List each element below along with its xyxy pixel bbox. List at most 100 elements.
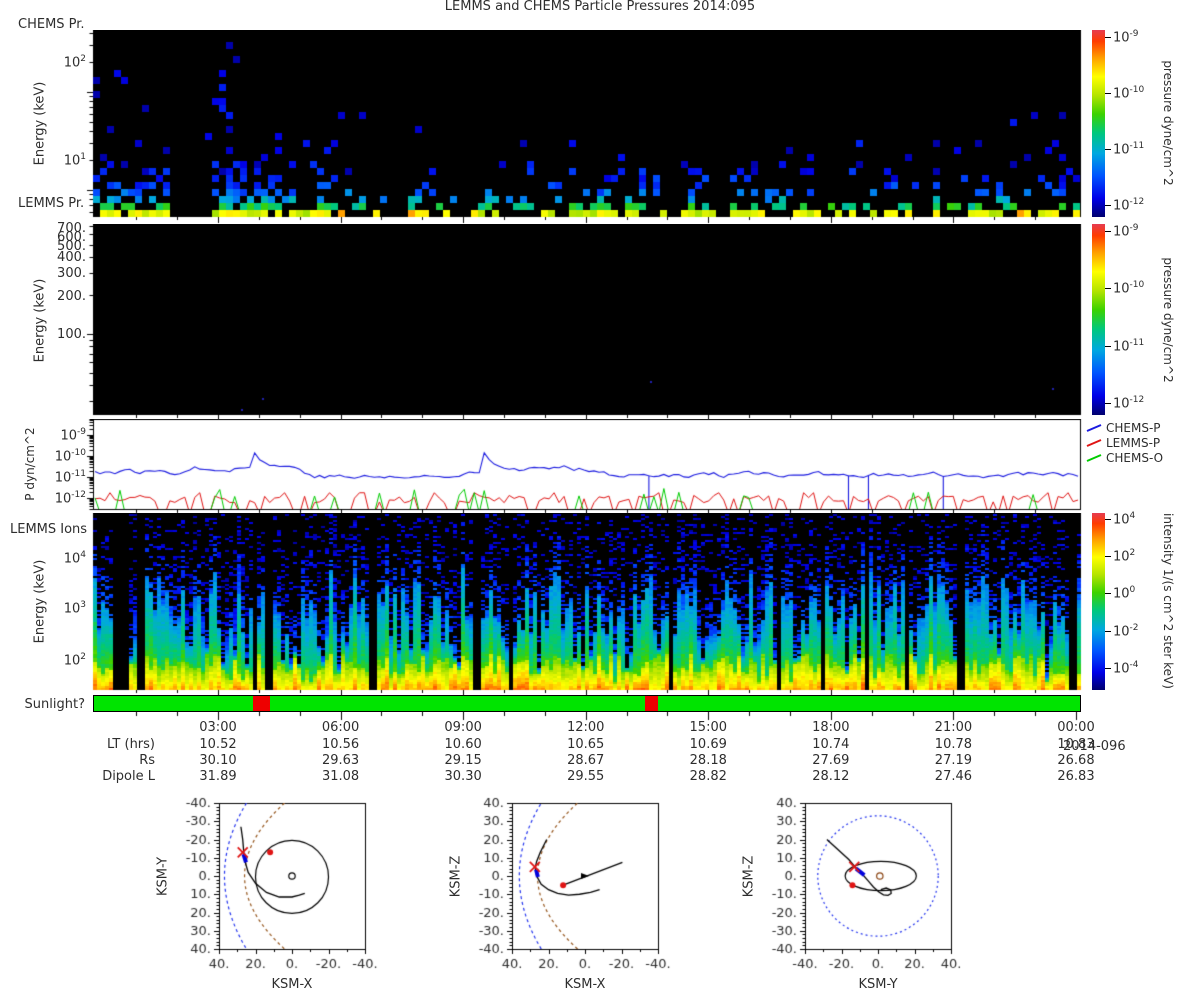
orbit-yz-xaxis-title: KSM-Y [858, 977, 898, 992]
row-label-rs: Rs [139, 753, 155, 768]
colorbar3-tick: 10-2 [1113, 623, 1139, 640]
ions-ytick: 104 [63, 550, 86, 567]
time-tick-label: 06:00 [321, 720, 360, 735]
lemms-ytick: 100. [57, 327, 86, 342]
colorbar3-tick: 100 [1113, 585, 1136, 602]
colorbar-pressure-top [1092, 30, 1111, 217]
ephemeris-value: 10.69 [689, 737, 727, 752]
sunlight-off-segment [253, 696, 270, 711]
orbit-xy-yaxis-title: KSM-Y [155, 856, 171, 897]
sunlight-label: Sunlight? [24, 697, 85, 712]
panel-label-chems-pr: CHEMS Pr. [18, 17, 85, 32]
colorbar2-tick: 10-12 [1113, 395, 1145, 412]
legend-label-lemms-p: LEMMS-P [1106, 436, 1161, 450]
lemms-yaxis-title: Energy (keV) [32, 278, 48, 363]
colorbar2-title: pressure dyne/cm^2 [1161, 257, 1175, 383]
lemms-ytick: 200. [57, 289, 86, 304]
plines-ytick: 10-12 [54, 490, 86, 507]
colorbar2-tick: 10-11 [1113, 338, 1145, 355]
ephemeris-value: 28.12 [812, 769, 850, 784]
colorbar-tick-mark [1105, 668, 1111, 669]
row-label-dipole-l: Dipole L [102, 769, 155, 784]
legend-line-chems-p [1086, 424, 1102, 432]
ephemeris-value: 26.83 [1057, 769, 1095, 784]
plines-ytick: 10-11 [54, 469, 86, 486]
ephemeris-value: 28.67 [567, 753, 605, 768]
chems-ytick: 101 [63, 152, 86, 169]
lemms-pressure-spectrogram [83, 224, 1083, 422]
chems-pressure-spectrogram [83, 30, 1083, 224]
panel-label-lemms-ions: LEMMS Ions [10, 522, 88, 537]
legend-item-chems-p: CHEMS-P [1086, 422, 1161, 434]
panel-label-lemms-pr: LEMMS Pr. [18, 196, 85, 211]
row-label-lt: LT (hrs) [106, 737, 155, 752]
colorbar-tick-mark [1105, 519, 1111, 520]
legend-item-lemms-p: LEMMS-P [1086, 437, 1160, 449]
ephemeris-value: 28.82 [689, 769, 727, 784]
time-tick-label: 21:00 [934, 720, 973, 735]
orbit-yz-yaxis-title: KSM-Z [741, 855, 757, 898]
colorbar-tick-mark [1105, 403, 1111, 404]
ephemeris-value: 30.10 [199, 753, 237, 768]
plines-ytick: 10-10 [54, 448, 86, 465]
ions-ytick: 102 [63, 652, 86, 669]
chems-yaxis-title: Energy (keV) [32, 81, 48, 166]
lemms-ions-spectrogram [83, 513, 1083, 697]
time-tick-label: 15:00 [689, 720, 727, 735]
colorbar3-title: intensity 1/(s cm^2 ster keV) [1161, 513, 1175, 689]
orbit-xy-xaxis-title: KSM-X [271, 977, 313, 992]
orbit-xz-xaxis-title: KSM-X [564, 977, 606, 992]
ephemeris-value: 10.56 [321, 737, 360, 752]
colorbar1-tick: 10-10 [1113, 85, 1145, 102]
colorbar1-tick: 10-11 [1113, 141, 1145, 158]
time-tick-label: 12:00 [566, 720, 605, 735]
colorbar-pressure-mid [1092, 224, 1111, 415]
orbit-plots-canvas [140, 790, 1070, 985]
ions-ytick: 103 [63, 600, 86, 617]
colorbar-tick-mark [1105, 346, 1111, 347]
colorbar-tick-mark [1105, 288, 1111, 289]
colorbar-tick-mark [1105, 593, 1111, 594]
colorbar-tick-mark [1105, 231, 1111, 232]
page-title: LEMMS and CHEMS Particle Pressures 2014:… [444, 0, 756, 14]
ephemeris-value: 10.60 [444, 737, 482, 752]
time-tick-label: 09:00 [444, 720, 482, 735]
time-tick-label: 00:00 [1057, 720, 1095, 735]
ephemeris-value: 26.68 [1057, 753, 1095, 768]
colorbar-tick-mark [1105, 556, 1111, 557]
orbit-xz-yaxis-title: KSM-Z [448, 855, 464, 898]
ephemeris-value: 29.55 [567, 769, 605, 784]
ephemeris-value: 31.89 [199, 769, 237, 784]
lemms-ytick: 300. [57, 266, 86, 281]
ephemeris-value: 30.30 [444, 769, 482, 784]
ephemeris-value: 27.19 [934, 753, 973, 768]
ephemeris-value: 27.46 [934, 769, 973, 784]
colorbar-tick-mark [1105, 149, 1111, 150]
colorbar1-title: pressure dyne/cm^2 [1161, 60, 1175, 186]
time-tick-label: 03:00 [199, 720, 237, 735]
ephemeris-value: 10.78 [934, 737, 973, 752]
colorbar-tick-mark [1105, 37, 1111, 38]
colorbar-tick-mark [1105, 93, 1111, 94]
ions-yaxis-title: Energy (keV) [32, 559, 48, 644]
particle-pressure-lineplot [83, 419, 1083, 517]
ephemeris-value: 10.52 [199, 737, 237, 752]
colorbar-tick-mark [1105, 631, 1111, 632]
plines-ytick: 10-9 [60, 427, 86, 444]
sunlight-off-segment [645, 696, 658, 711]
ephemeris-value: 10.83 [1057, 737, 1095, 752]
time-tick-label: 18:00 [812, 720, 850, 735]
colorbar3-tick: 10-4 [1113, 660, 1139, 677]
ephemeris-value: 10.65 [567, 737, 605, 752]
colorbar1-tick: 10-12 [1113, 197, 1145, 214]
colorbar2-tick: 10-9 [1113, 223, 1139, 240]
legend-label-chems-p: CHEMS-P [1106, 421, 1161, 435]
pressure-yaxis-title: P dyn/cm^2 [23, 427, 37, 501]
colorbar3-tick: 104 [1113, 511, 1136, 528]
lemms-chems-pressure-plot: { "title": "LEMMS and CHEMS Particle Pre… [0, 0, 1200, 1000]
colorbar3-tick: 102 [1113, 548, 1136, 565]
ephemeris-value: 28.18 [689, 753, 727, 768]
colorbar2-tick: 10-10 [1113, 280, 1145, 297]
legend-item-chems-o: CHEMS-O [1086, 452, 1163, 464]
ephemeris-value: 27.69 [812, 753, 850, 768]
